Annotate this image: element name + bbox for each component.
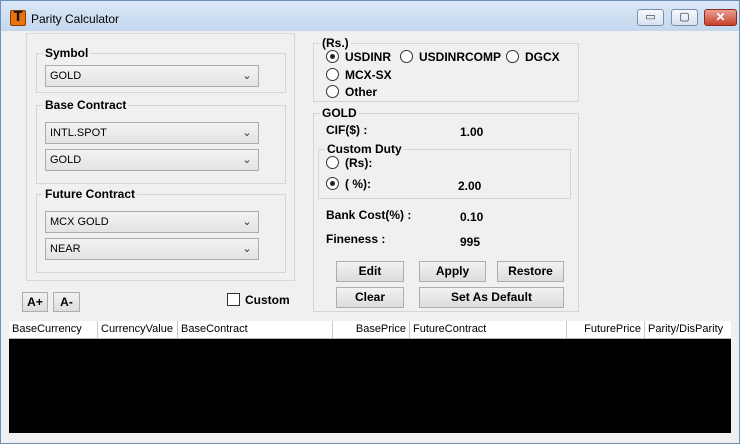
custom-duty-group: Custom Duty (Rs): ( %): 2.00: [318, 142, 571, 199]
usdinr-radio[interactable]: [326, 50, 339, 63]
edit-button[interactable]: Edit: [336, 261, 404, 282]
grid-header: BaseCurrency CurrencyValue BaseContract …: [9, 321, 731, 339]
custom-checkbox[interactable]: [227, 293, 240, 306]
custom-label: Custom: [245, 293, 290, 307]
symbol-dropdown[interactable]: GOLD ⌄: [45, 65, 259, 87]
minimize-icon: ▭: [645, 11, 656, 23]
duty-percent-value: 2.00: [458, 179, 482, 193]
column-header-baseprice[interactable]: BasePrice: [333, 321, 410, 338]
cif-value: 1.00: [460, 125, 484, 139]
duty-rs-radio[interactable]: [326, 156, 339, 169]
future-contract-dropdown-1[interactable]: MCX GOLD ⌄: [45, 211, 259, 233]
column-header-futureprice[interactable]: FuturePrice: [567, 321, 645, 338]
duty-percent-radio[interactable]: [326, 177, 339, 190]
usdinrcomp-label: USDINRCOMP: [419, 50, 502, 64]
clear-button[interactable]: Clear: [336, 287, 404, 308]
cif-label: CIF($) :: [326, 123, 368, 137]
base-contract-legend: Base Contract: [43, 98, 129, 112]
set-as-default-button[interactable]: Set As Default: [419, 287, 564, 308]
maximize-button[interactable]: ▢: [671, 9, 698, 26]
bank-cost-label: Bank Cost(%) :: [326, 208, 412, 222]
duty-percent-label: ( %):: [345, 177, 371, 191]
column-header-futurecontract[interactable]: FutureContract: [410, 321, 567, 338]
symbol-legend: Symbol: [43, 46, 91, 60]
future-contract-group: Future Contract MCX GOLD ⌄ NEAR ⌄: [36, 187, 286, 273]
close-icon: ✕: [715, 10, 726, 24]
details-group: GOLD CIF($) : 1.00 Custom Duty (Rs): ( %…: [313, 106, 579, 312]
details-legend: GOLD: [320, 106, 359, 120]
chevron-down-icon: ⌄: [242, 243, 252, 255]
usdinrcomp-radio[interactable]: [400, 50, 413, 63]
parity-grid[interactable]: BaseCurrency CurrencyValue BaseContract …: [9, 321, 731, 433]
other-radio[interactable]: [326, 85, 339, 98]
chevron-down-icon: ⌄: [242, 154, 252, 166]
chevron-down-icon: ⌄: [242, 216, 252, 228]
other-label: Other: [345, 85, 378, 99]
restore-button[interactable]: Restore: [497, 261, 564, 282]
symbol-group: Symbol GOLD ⌄: [36, 46, 286, 93]
close-button[interactable]: ✕: [704, 9, 737, 26]
mcx-sx-radio[interactable]: [326, 68, 339, 81]
currency-group: (Rs.) USDINR USDINRCOMP DGCX MCX-SX Othe…: [313, 36, 579, 102]
column-header-basecontract[interactable]: BaseContract: [178, 321, 333, 338]
fineness-value: 995: [460, 235, 481, 249]
column-header-parity[interactable]: Parity/DisParity: [645, 321, 731, 338]
future-contract-value-1: MCX GOLD: [50, 216, 109, 228]
left-panel: Symbol GOLD ⌄ Base Contract INTL.SPOT ⌄ …: [26, 33, 295, 281]
minimize-button[interactable]: ▭: [637, 9, 664, 26]
maximize-icon: ▢: [679, 11, 690, 23]
parity-calculator-window: T Parity Calculator ▭ ▢ ✕ Symbol GOLD ⌄ …: [0, 0, 740, 444]
custom-duty-legend: Custom Duty: [325, 142, 404, 156]
symbol-value: GOLD: [50, 70, 82, 82]
column-header-basecurrency[interactable]: BaseCurrency: [9, 321, 98, 338]
window-title: Parity Calculator: [31, 12, 120, 26]
base-contract-dropdown-1[interactable]: INTL.SPOT ⌄: [45, 122, 259, 144]
mcx-sx-label: MCX-SX: [345, 68, 392, 82]
base-contract-group: Base Contract INTL.SPOT ⌄ GOLD ⌄: [36, 98, 286, 184]
future-contract-dropdown-2[interactable]: NEAR ⌄: [45, 238, 259, 260]
fineness-label: Fineness :: [326, 232, 386, 246]
font-decrease-button[interactable]: A-: [53, 292, 80, 312]
title-bar[interactable]: T Parity Calculator ▭ ▢ ✕: [1, 1, 739, 31]
future-contract-value-2: NEAR: [50, 243, 81, 255]
base-contract-value-2: GOLD: [50, 154, 82, 166]
base-contract-dropdown-2[interactable]: GOLD ⌄: [45, 149, 259, 171]
currency-legend: (Rs.): [320, 36, 351, 50]
dgcx-radio[interactable]: [506, 50, 519, 63]
dgcx-label: DGCX: [525, 50, 560, 64]
usdinr-label: USDINR: [345, 50, 392, 64]
font-increase-button[interactable]: A+: [22, 292, 48, 312]
future-contract-legend: Future Contract: [43, 187, 137, 201]
duty-rs-label: (Rs):: [345, 156, 373, 170]
base-contract-value-1: INTL.SPOT: [50, 127, 107, 139]
column-header-currencyvalue[interactable]: CurrencyValue: [98, 321, 178, 338]
chevron-down-icon: ⌄: [242, 127, 252, 139]
bank-cost-value: 0.10: [460, 210, 484, 224]
client-area: Symbol GOLD ⌄ Base Contract INTL.SPOT ⌄ …: [1, 31, 739, 443]
apply-button[interactable]: Apply: [419, 261, 486, 282]
app-icon: T: [10, 10, 26, 26]
chevron-down-icon: ⌄: [242, 70, 252, 82]
